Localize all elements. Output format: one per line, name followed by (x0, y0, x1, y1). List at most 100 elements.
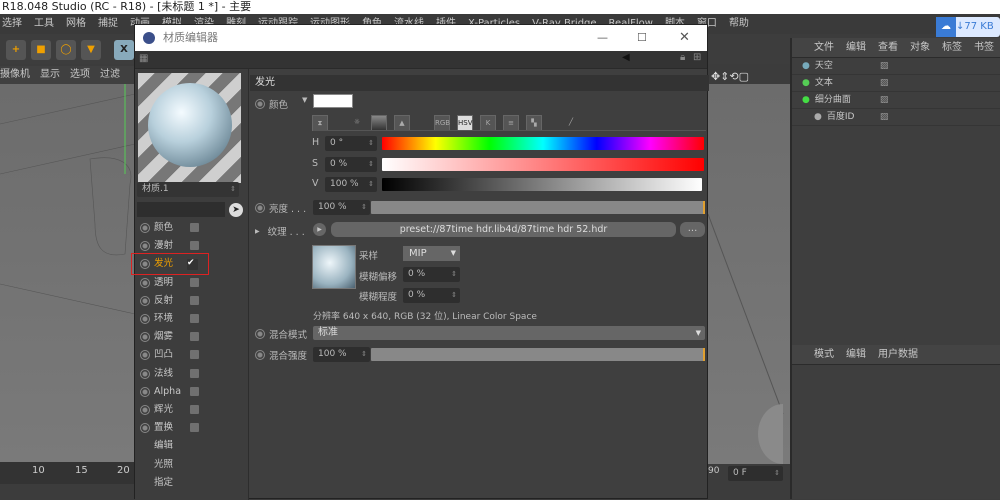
object-menu-item[interactable]: 标签 (942, 38, 962, 57)
move-tool-icon[interactable]: + (6, 40, 26, 60)
channel-item[interactable]: 漫射 (140, 238, 240, 254)
channel-item[interactable]: 辉光 (140, 402, 240, 418)
hue-field[interactable]: 0 ° (325, 136, 377, 151)
visibility-toggle-icon[interactable]: ▨ (880, 92, 889, 109)
maximize-button[interactable]: ☐ (637, 25, 647, 51)
viewport-nav-icons[interactable]: ✥⇕⟲▢ (711, 70, 749, 83)
mix-strength-slider[interactable] (371, 348, 705, 361)
animate-radio[interactable] (140, 423, 150, 434)
channel-item[interactable]: 颜色 (140, 220, 240, 236)
texture-path-button[interactable]: preset://87time hdr.lib4d/87time hdr 52.… (331, 222, 676, 237)
sun-icon[interactable]: ☼ (349, 115, 365, 131)
new-window-icon[interactable]: ⊞ (693, 52, 701, 63)
dialog-title-bar[interactable]: 材质编辑器 — ☐ ✕ (135, 25, 707, 51)
channel-label[interactable]: 法线 (154, 366, 173, 382)
animate-radio[interactable] (140, 405, 150, 415)
material-name-field[interactable]: 材质.1 (137, 182, 239, 197)
kelvin-mode-button[interactable]: K (480, 115, 496, 131)
saturation-slider[interactable] (382, 158, 704, 171)
texture-thumbnail[interactable] (312, 245, 356, 289)
shield-tool-icon[interactable]: ▼ (81, 40, 101, 60)
channel-label[interactable]: 置换 (154, 420, 173, 436)
attributes-menu-item[interactable]: 用户数据 (878, 345, 918, 364)
animate-radio[interactable] (140, 332, 150, 343)
close-button[interactable]: ✕ (679, 25, 690, 51)
texture-play-button[interactable]: ▶ (313, 223, 326, 236)
color-wheel-toggle-icon[interactable]: ⧗ (312, 115, 328, 131)
channel-item[interactable]: Alpha (140, 384, 240, 400)
channel-checkbox[interactable] (190, 350, 199, 360)
swatches-icon[interactable]: ▚ (526, 115, 542, 131)
channel-item[interactable]: 反射 (140, 293, 240, 309)
channel-extra-item[interactable]: 编辑 (154, 438, 254, 454)
attributes-menu-item[interactable]: 模式 (814, 345, 834, 364)
lock-icon[interactable]: 🔒︎ (680, 52, 685, 63)
animate-radio[interactable] (140, 223, 150, 233)
saturation-field[interactable]: 0 % (325, 157, 377, 172)
object-menu-item[interactable]: 查看 (878, 38, 898, 57)
picker-arrow-icon[interactable]: ➤ (229, 203, 243, 217)
visibility-toggle-icon[interactable]: ▨ (880, 75, 889, 92)
download-badge[interactable]: ☁ ↓77 KB (936, 17, 1000, 37)
sampling-dropdown[interactable]: MIP ▼ (403, 246, 460, 261)
view-menu-item[interactable]: 摄像机 (0, 66, 30, 84)
channel-item[interactable]: 环境 (140, 311, 240, 327)
object-menu-item[interactable]: 文件 (814, 38, 834, 57)
object-row[interactable]: ● 百度ID ▨ (792, 109, 1000, 126)
blur-offset-field[interactable]: 0 % (403, 267, 460, 282)
channel-item[interactable]: 法线 (140, 366, 240, 382)
channel-checkbox[interactable] (190, 277, 199, 287)
animate-radio[interactable] (140, 386, 150, 397)
scale-tool-icon[interactable]: ■ (31, 40, 51, 60)
object-row[interactable]: ● 文本 ▨ (792, 75, 1000, 92)
material-dropdown[interactable] (137, 202, 225, 217)
channel-extra-item[interactable]: 指定 (154, 475, 254, 491)
animate-radio[interactable] (140, 259, 150, 270)
mix-mode-dropdown[interactable]: 标准 ▼ (313, 326, 705, 340)
channel-label[interactable]: 发光 (154, 256, 173, 272)
minimize-button[interactable]: — (597, 25, 608, 51)
brightness-field[interactable]: 100 % (313, 200, 370, 215)
animate-radio[interactable] (140, 295, 150, 306)
channel-checkbox[interactable] (190, 241, 199, 251)
menu-item[interactable]: 捕捉 (98, 14, 118, 34)
blur-scale-field[interactable]: 0 % (403, 288, 460, 303)
hue-slider[interactable] (382, 137, 704, 150)
menu-item[interactable]: 网格 (66, 14, 86, 34)
eyedropper-icon[interactable]: ╱ (563, 115, 579, 131)
channel-checkbox[interactable] (190, 332, 199, 342)
menu-item[interactable]: 帮助 (729, 14, 749, 34)
color-swatch[interactable] (313, 94, 353, 108)
animate-radio[interactable] (140, 241, 150, 252)
view-menu-item[interactable]: 选项 (70, 66, 90, 84)
object-row[interactable]: ● 天空 ▨ (792, 58, 1000, 75)
channel-checkbox[interactable] (190, 295, 199, 305)
channel-label[interactable]: 辉光 (154, 402, 173, 418)
channel-checkbox[interactable] (190, 223, 199, 232)
rgb-mode-button[interactable]: RGB (434, 115, 450, 131)
mix-strength-field[interactable]: 100 % (313, 347, 370, 362)
channel-checkbox[interactable] (190, 314, 199, 323)
view-menu-item[interactable]: 显示 (40, 66, 60, 84)
channel-label[interactable]: 漫射 (154, 238, 173, 254)
grid-icon[interactable]: ▦ (139, 53, 148, 64)
texture-browse-button[interactable]: ... (680, 222, 705, 237)
value-slider[interactable] (382, 178, 702, 191)
channel-item[interactable]: 置换 (140, 420, 240, 436)
channel-label[interactable]: 凹凸 (154, 347, 173, 363)
animate-radio[interactable] (140, 368, 150, 379)
x-axis-icon[interactable]: X (114, 40, 134, 60)
image-icon[interactable]: ▲ (394, 115, 410, 131)
material-preview[interactable] (138, 73, 241, 183)
viewport-right[interactable]: ✥⇕⟲▢ (707, 70, 790, 464)
channel-item[interactable]: 透明 (140, 275, 240, 291)
viewport[interactable] (0, 84, 136, 464)
channel-label[interactable]: 颜色 (154, 220, 173, 236)
channel-label[interactable]: 烟雾 (154, 329, 173, 345)
channel-checkbox[interactable] (190, 368, 199, 378)
channel-item[interactable]: 发光 ✔ (131, 253, 209, 276)
brightness-slider[interactable] (371, 201, 705, 214)
channel-checkbox[interactable] (190, 405, 199, 414)
animate-radio[interactable] (255, 350, 265, 360)
object-row[interactable]: ● 细分曲面 ▨ (792, 92, 1000, 109)
